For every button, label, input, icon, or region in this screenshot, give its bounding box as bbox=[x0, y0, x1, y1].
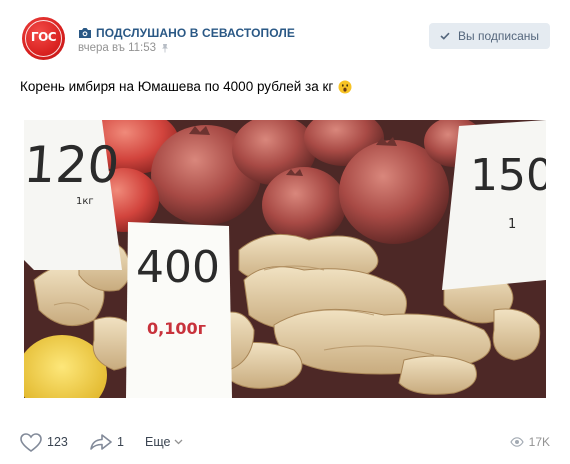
ginger-market-photo: 120 1кг 400 0,100г 150 1 bbox=[24, 120, 546, 398]
likes-count: 123 bbox=[47, 435, 68, 449]
chevron-down-icon bbox=[174, 439, 183, 445]
post-text-content: Корень имбиря на Юмашева по 4000 рублей … bbox=[20, 79, 334, 94]
weight-center-text: 0,100г bbox=[147, 319, 206, 338]
group-avatar[interactable]: ГОС bbox=[22, 17, 65, 60]
group-title-line: ПОДСЛУШАНО В СЕВАСТОПОЛЕ bbox=[78, 25, 295, 41]
checkmark-icon bbox=[440, 32, 450, 40]
price-right-text: 150 bbox=[470, 150, 546, 201]
views-counter: 17K bbox=[509, 430, 550, 454]
post-photo[interactable]: 120 1кг 400 0,100г 150 1 bbox=[24, 120, 546, 398]
share-arrow-icon bbox=[90, 434, 112, 450]
price-card-center: 400 0,100г bbox=[126, 222, 232, 398]
share-button[interactable]: 1 bbox=[90, 430, 124, 454]
group-name-link[interactable]: ПОДСЛУШАНО В СЕВАСТОПОЛЕ bbox=[96, 26, 295, 40]
avatar-logo-text: ГОС bbox=[30, 30, 57, 44]
price-left-text: 120 bbox=[24, 136, 121, 194]
unit-left-text: 1кг bbox=[76, 196, 94, 207]
price-card-left: 120 1кг bbox=[24, 120, 122, 270]
views-count: 17K bbox=[528, 435, 550, 449]
eye-icon bbox=[509, 437, 524, 447]
price-card-right: 150 1 bbox=[442, 120, 546, 290]
post-meta: вчера въ 11:53 bbox=[78, 42, 170, 54]
post-actions: 123 1 Еще 17K bbox=[20, 430, 550, 454]
shares-count: 1 bbox=[117, 435, 124, 449]
subscribed-label: Вы подписаны bbox=[458, 29, 539, 43]
more-button[interactable]: Еще bbox=[145, 430, 183, 454]
unit-right-text: 1 bbox=[508, 217, 516, 232]
post-timestamp[interactable]: вчера въ 11:53 bbox=[78, 42, 156, 54]
heart-icon bbox=[20, 432, 42, 452]
like-button[interactable]: 123 bbox=[20, 430, 68, 454]
post-text: Корень имбиря на Юмашева по 4000 рублей … bbox=[20, 79, 352, 94]
pomegranate bbox=[262, 167, 346, 243]
surprised-face-icon bbox=[338, 80, 352, 93]
post-header: ГОС ПОДСЛУШАНО В СЕВАСТОПОЛЕ вчера въ 11… bbox=[20, 16, 550, 62]
more-label: Еще bbox=[145, 435, 171, 449]
camera-icon bbox=[79, 28, 91, 38]
price-center-text: 400 bbox=[136, 242, 220, 293]
subscribed-button[interactable]: Вы подписаны bbox=[429, 23, 550, 49]
pin-icon bbox=[162, 44, 169, 53]
